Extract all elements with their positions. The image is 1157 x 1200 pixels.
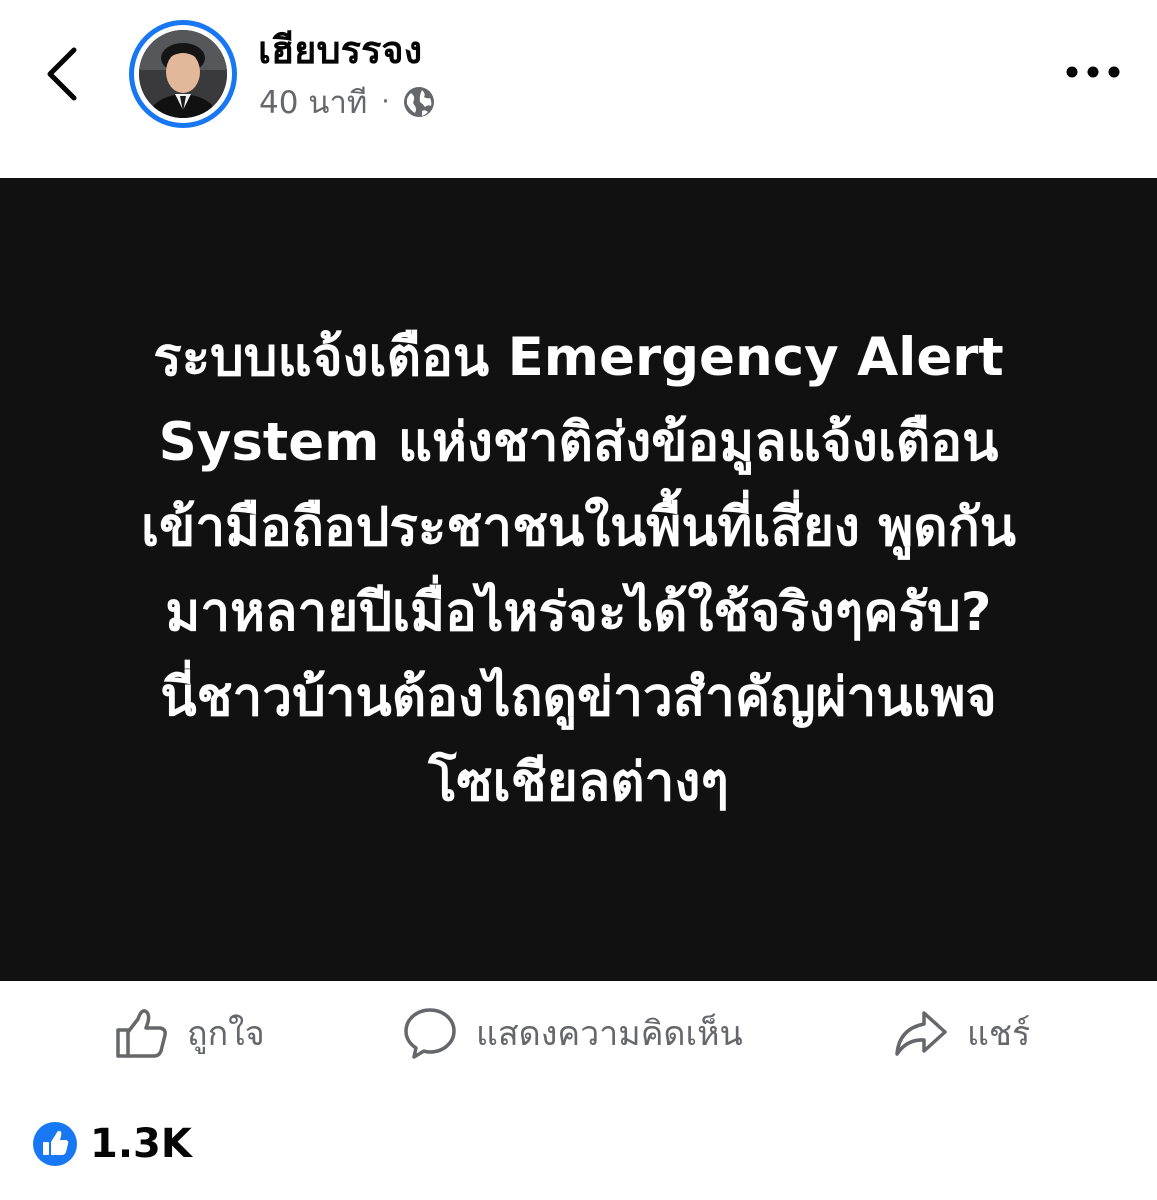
globe-icon[interactable] — [402, 85, 436, 119]
share-label: แชร์ — [967, 1014, 1031, 1054]
comment-bubble-icon — [404, 1008, 456, 1059]
post-text-line: มาหลายปีเมื่อไหร่จะได้ใช้จริงๆครับ? — [165, 581, 992, 643]
comment-label: แสดงความคิดเห็น — [476, 1014, 743, 1054]
post-image-text: ระบบแจ้งเตือน Emergency Alert System แห่… — [79, 315, 1079, 825]
share-arrow-icon — [895, 1011, 947, 1056]
reaction-count: 1.3K — [90, 1121, 192, 1167]
like-label: ถูกใจ — [187, 1014, 265, 1054]
post-text-line: ระบบแจ้งเตือน Emergency Alert — [153, 326, 1004, 388]
post-header: เฮียบรรจง 40 นาที · — [0, 0, 1157, 178]
post-text-line: โซเชียลต่างๆ — [428, 751, 729, 813]
reaction-summary[interactable]: 1.3K — [32, 1114, 192, 1174]
post-image[interactable]: ระบบแจ้งเตือน Emergency Alert System แห่… — [0, 178, 1157, 981]
back-button[interactable] — [30, 38, 94, 108]
avatar[interactable] — [129, 20, 237, 128]
author-name[interactable]: เฮียบรรจง — [258, 26, 422, 74]
chevron-left-icon — [47, 47, 77, 101]
like-reaction-icon — [33, 1122, 77, 1166]
avatar-photo — [139, 30, 227, 118]
post-text-line: เข้ามือถือประชาชนในพื้นที่เสี่ยง พูดกัน — [140, 496, 1017, 558]
post-meta: 40 นาที · — [259, 80, 436, 124]
post-text-line: นี่ชาวบ้านต้องไถดูข่าวสำคัญผ่านเพจ — [160, 666, 997, 728]
thumbs-up-icon — [116, 1009, 167, 1058]
post-timestamp[interactable]: 40 นาที — [259, 77, 367, 127]
post-action-bar: ถูกใจ แสดงความคิดเห็น แชร์ — [0, 981, 1157, 1091]
post-text-line: System แห่งชาติส่งข้อมูลแจ้งเตือน — [158, 411, 999, 473]
meta-separator: · — [381, 87, 390, 117]
more-horizontal-icon — [1066, 66, 1120, 78]
share-button[interactable]: แชร์ — [893, 1003, 1030, 1063]
like-button[interactable]: ถูกใจ — [113, 1003, 265, 1063]
more-options-button[interactable] — [1058, 50, 1128, 94]
comment-button[interactable]: แสดงความคิดเห็น — [402, 1003, 743, 1063]
